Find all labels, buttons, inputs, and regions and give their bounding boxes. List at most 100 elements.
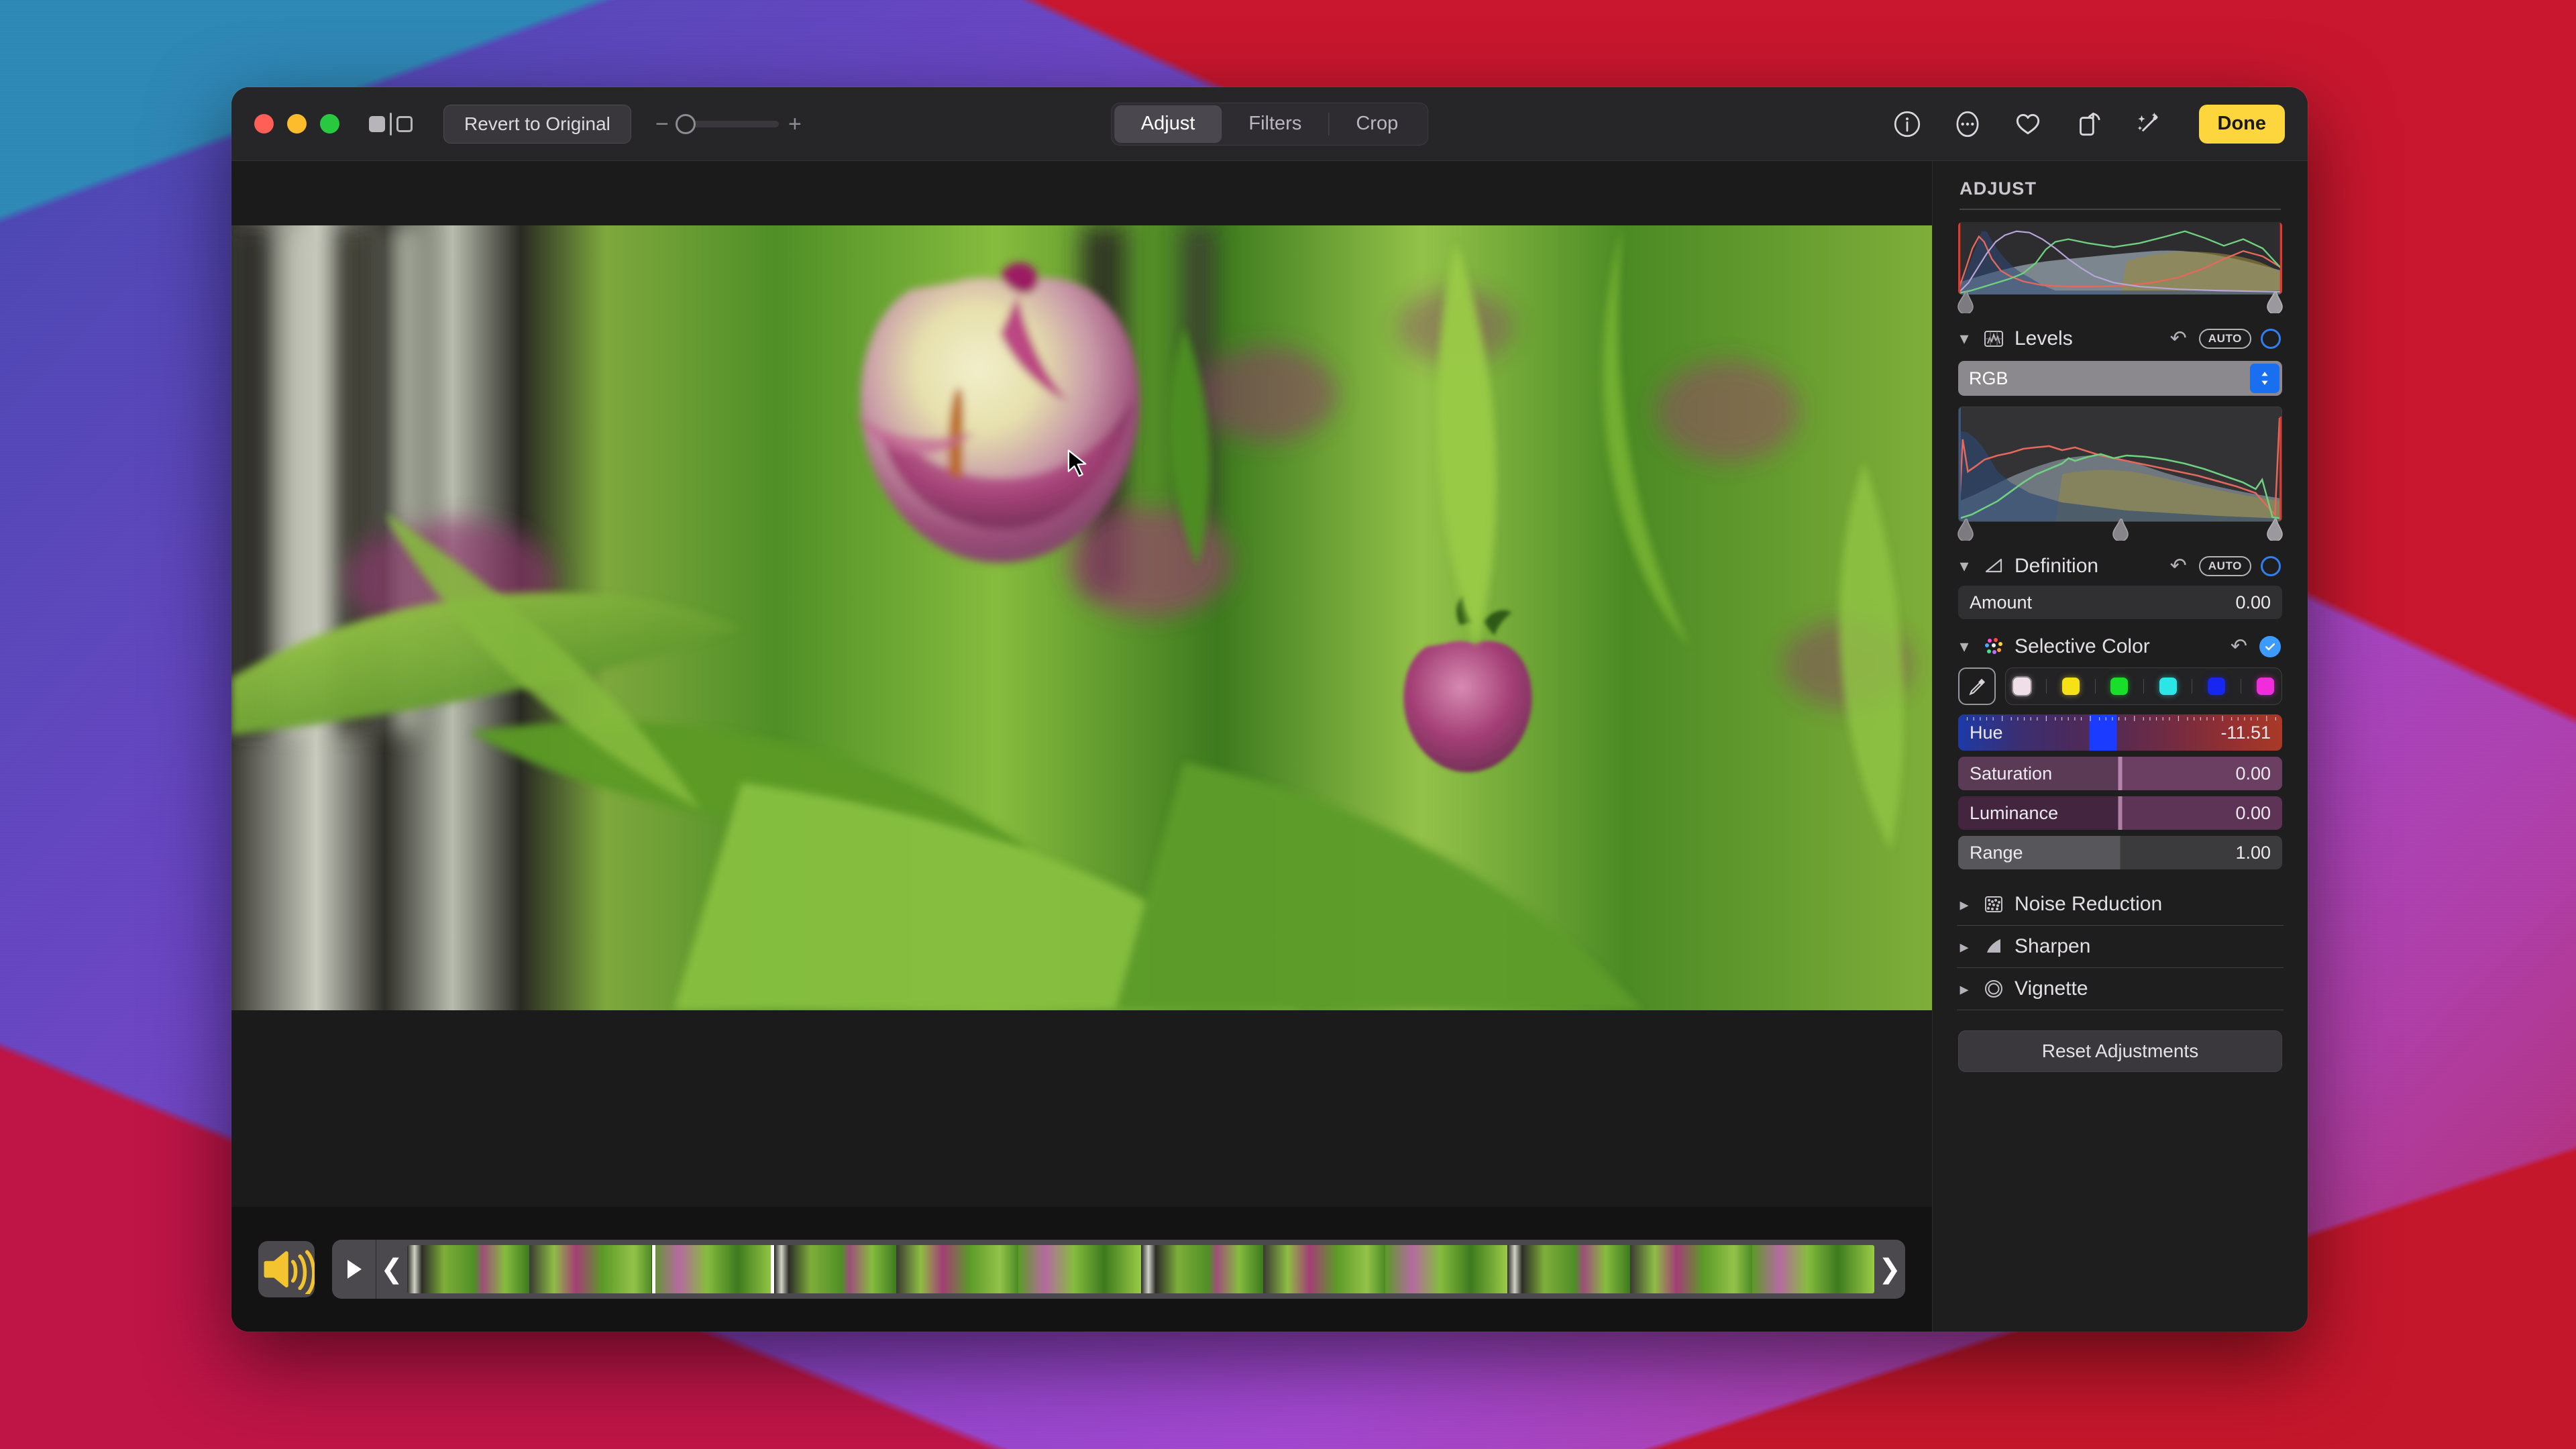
reset-adjustments-button[interactable]: Reset Adjustments <box>1958 1030 2282 1072</box>
slider-saturation[interactable]: Saturation 0.00 <box>1958 757 2282 790</box>
section-title-selective-color: Selective Color <box>2015 635 2221 658</box>
filmstrip-frames[interactable] <box>407 1245 1874 1293</box>
zoom-button[interactable] <box>320 114 339 133</box>
definition-revert-arrow-icon[interactable]: ↶ <box>2170 554 2187 578</box>
selective-color-picker-row <box>1958 667 2282 705</box>
levels-midtone-handle[interactable] <box>2112 518 2129 541</box>
selective-color-revert-arrow-icon[interactable]: ↶ <box>2231 635 2247 658</box>
chevron-down-icon[interactable]: ▾ <box>1955 555 1973 576</box>
slider-value: -11.51 <box>2220 722 2282 743</box>
eyedropper-icon[interactable] <box>1958 667 1996 705</box>
speaker-on-icon[interactable] <box>258 1241 315 1297</box>
photos-editor-window: Revert to Original − + Adjust Filters Cr… <box>231 87 2308 1332</box>
levels-channel-select[interactable]: RGB <box>1958 361 2282 396</box>
definition-auto-button[interactable]: AUTO <box>2199 556 2251 576</box>
chevron-down-icon[interactable]: ▾ <box>1955 636 1973 657</box>
enhance-wand-icon[interactable] <box>2133 109 2164 140</box>
section-title-sharpen: Sharpen <box>2015 935 2090 958</box>
zoom-in-icon[interactable]: + <box>788 113 802 136</box>
traffic-lights <box>254 114 339 133</box>
info-icon[interactable] <box>1892 109 1923 140</box>
selective-color-enable-toggle[interactable] <box>2259 636 2281 657</box>
filmstrip-frame[interactable] <box>1141 1245 1263 1293</box>
play-icon[interactable] <box>332 1240 376 1299</box>
levels-highlight-handle[interactable] <box>2266 518 2284 541</box>
levels-shadow-handle[interactable] <box>1957 518 1974 541</box>
master-histogram-handles <box>1958 294 2282 317</box>
tab-adjust-label: Adjust <box>1141 113 1195 135</box>
zoom-slider-control[interactable]: − + <box>655 113 802 136</box>
slider-luminance[interactable]: Luminance 0.00 <box>1958 796 2282 830</box>
filmstrip-frame[interactable] <box>896 1245 1018 1293</box>
levels-black-point-handle[interactable] <box>1957 290 1974 313</box>
filmstrip-frame[interactable] <box>407 1245 529 1293</box>
filmstrip-next-icon[interactable]: ❯ <box>1874 1254 1905 1285</box>
swatch-cyan[interactable] <box>2159 678 2177 695</box>
swatch-blue[interactable] <box>2208 678 2225 695</box>
filmstrip-frame[interactable] <box>1630 1245 1752 1293</box>
selective-color-icon <box>1982 635 2005 658</box>
section-header-definition[interactable]: ▾ Definition ↶ AUTO <box>1955 545 2285 586</box>
definition-enable-toggle[interactable] <box>2261 556 2281 576</box>
slider-value: 0.00 <box>2235 763 2282 784</box>
section-header-selective-color[interactable]: ▾ Selective Color ↶ <box>1955 625 2285 666</box>
slider-hue[interactable]: Hue -11.51 <box>1958 714 2282 751</box>
chevron-right-icon[interactable]: ▸ <box>1955 979 1973 1000</box>
color-swatch-group <box>2005 667 2282 705</box>
swatch-green[interactable] <box>2110 678 2128 695</box>
tab-filters[interactable]: Filters <box>1222 105 1328 143</box>
revert-label: Revert to Original <box>464 113 610 135</box>
peony-bud-photo[interactable] <box>231 225 1932 1010</box>
section-title-noise-reduction: Noise Reduction <box>2015 893 2162 916</box>
filmstrip-frame[interactable] <box>1263 1245 1385 1293</box>
filmstrip-frame[interactable] <box>1385 1245 1507 1293</box>
close-button[interactable] <box>254 114 274 133</box>
slider-definition-amount[interactable]: Amount 0.00 <box>1958 586 2282 619</box>
levels-auto-button[interactable]: AUTO <box>2199 329 2251 349</box>
chevron-right-icon[interactable]: ▸ <box>1955 936 1973 957</box>
filmstrip-frame[interactable] <box>529 1245 651 1293</box>
chevron-right-icon[interactable]: ▸ <box>1955 894 1973 915</box>
minimize-button[interactable] <box>287 114 307 133</box>
rotate-icon[interactable] <box>2073 109 2104 140</box>
done-button[interactable]: Done <box>2199 105 2286 144</box>
tab-crop[interactable]: Crop <box>1329 105 1425 143</box>
tab-filters-label: Filters <box>1248 113 1301 135</box>
filmstrip-frame[interactable] <box>1752 1245 1874 1293</box>
slider-value: 1.00 <box>2235 843 2282 863</box>
slider-range[interactable]: Range 1.00 <box>1958 836 2282 869</box>
zoom-slider-knob[interactable] <box>676 114 696 134</box>
favorite-heart-icon[interactable] <box>2012 109 2043 140</box>
swatch-red[interactable] <box>2013 678 2031 695</box>
levels-revert-arrow-icon[interactable]: ↶ <box>2170 327 2187 350</box>
section-header-sharpen[interactable]: ▸ Sharpen <box>1955 926 2285 967</box>
sidebar-toggle-icon[interactable] <box>369 113 413 136</box>
revert-to-original-button[interactable]: Revert to Original <box>443 105 631 144</box>
slider-value: 0.00 <box>2235 592 2282 613</box>
tab-adjust[interactable]: Adjust <box>1114 105 1222 143</box>
swatch-yellow[interactable] <box>2062 678 2080 695</box>
window-body: ❮ ❯ ADJUST <box>231 161 2308 1332</box>
levels-white-point-handle[interactable] <box>2266 290 2284 313</box>
chevron-updown-icon[interactable] <box>2250 364 2279 393</box>
filmstrip-frame[interactable] <box>774 1245 896 1293</box>
slider-label: Hue <box>1958 722 2003 743</box>
section-header-levels[interactable]: ▾ Levels ↶ AUTO <box>1955 317 2285 358</box>
chevron-down-icon[interactable]: ▾ <box>1955 328 1973 349</box>
filmstrip-selected-frame[interactable] <box>652 1245 774 1293</box>
slider-label: Amount <box>1958 592 2032 613</box>
more-options-icon[interactable] <box>1952 109 1983 140</box>
swatch-magenta[interactable] <box>2257 678 2274 695</box>
section-header-vignette[interactable]: ▸ Vignette <box>1955 968 2285 1010</box>
zoom-slider-track[interactable] <box>678 121 779 127</box>
filmstrip-prev-icon[interactable]: ❮ <box>376 1254 407 1285</box>
mode-segmented-control: Adjust Filters Crop <box>1111 103 1428 146</box>
filmstrip-frame[interactable] <box>1018 1245 1140 1293</box>
filmstrip-frame[interactable] <box>1507 1245 1629 1293</box>
sharpen-icon <box>1982 935 2005 958</box>
definition-icon <box>1982 555 2005 578</box>
zoom-out-icon[interactable]: − <box>655 113 669 136</box>
levels-histogram-handles <box>1958 522 2282 545</box>
levels-enable-toggle[interactable] <box>2261 329 2281 349</box>
section-header-noise-reduction[interactable]: ▸ Noise Reduction <box>1955 883 2285 925</box>
